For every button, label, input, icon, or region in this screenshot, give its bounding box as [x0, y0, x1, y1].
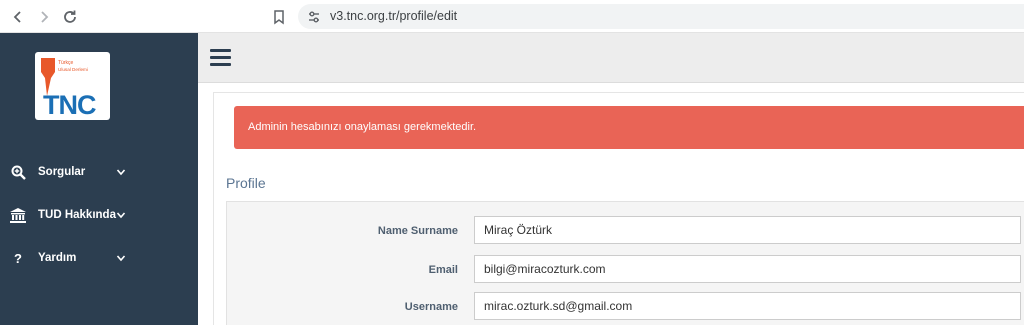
approval-alert: Adminin hesabınızı onaylaması gerekmekte…: [234, 106, 1024, 149]
reload-button[interactable]: [59, 6, 81, 28]
logo-mark: TNC: [43, 90, 96, 120]
back-button[interactable]: [7, 6, 29, 28]
tnc-logo[interactable]: Türkçe Ulusal Derlemi TNC: [35, 52, 110, 120]
sidebar-item-tud-hakkinda[interactable]: TUD Hakkında: [0, 200, 198, 230]
bookmark-button[interactable]: [268, 6, 290, 28]
username-field[interactable]: mirac.ozturk.sd@gmail.com: [474, 292, 1021, 320]
sidebar-item-label: Yardım: [38, 252, 77, 264]
reload-icon: [64, 10, 76, 23]
chevron-down-icon: [116, 212, 126, 219]
email-field[interactable]: bilgi@miracozturk.com: [474, 255, 1021, 283]
question-icon: ?: [14, 250, 22, 266]
sidebar: Türkçe Ulusal Derlemi TNC Sorgular TUD H…: [0, 33, 198, 325]
email-label: Email: [428, 264, 458, 276]
logo-line2: Ulusal Derlemi: [58, 67, 88, 72]
browser-toolbar: v3.tnc.org.tr/profile/edit: [0, 0, 1024, 33]
forward-button[interactable]: [33, 6, 55, 28]
top-navbar: [198, 33, 1024, 83]
hamburger-line: [210, 49, 231, 52]
sidebar-item-yardim[interactable]: ? Yardım: [0, 243, 198, 273]
menu-toggle-button[interactable]: [210, 49, 231, 66]
forward-arrow-icon: [41, 11, 49, 23]
name-surname-label: Name Surname: [377, 225, 458, 237]
institution-icon: [10, 207, 26, 223]
chevron-down-icon: [116, 169, 126, 176]
page-title: Profile: [226, 175, 266, 191]
hamburger-line: [210, 56, 231, 59]
sidebar-item-label: TUD Hakkında: [38, 209, 116, 221]
username-label: Username: [404, 301, 458, 313]
sidebar-item-label: Sorgular: [38, 166, 86, 178]
logo-graphic: Türkçe Ulusal Derlemi TNC: [41, 58, 97, 120]
name-surname-field[interactable]: Miraç Öztürk: [474, 216, 1021, 244]
sidebar-item-sorgular[interactable]: Sorgular: [0, 157, 198, 187]
site-settings-icon: [309, 11, 319, 23]
alert-message: Adminin hesabınızı onaylaması gerekmekte…: [248, 121, 477, 133]
bookmark-icon: [274, 10, 284, 25]
logo-line1: Türkçe: [58, 60, 74, 66]
url-text: v3.tnc.org.tr/profile/edit: [330, 9, 458, 23]
address-bar[interactable]: v3.tnc.org.tr/profile/edit: [298, 4, 1024, 29]
back-arrow-icon: [13, 11, 21, 23]
search-plus-icon: [10, 164, 26, 180]
hamburger-line: [210, 63, 231, 66]
chevron-down-icon: [116, 255, 126, 262]
